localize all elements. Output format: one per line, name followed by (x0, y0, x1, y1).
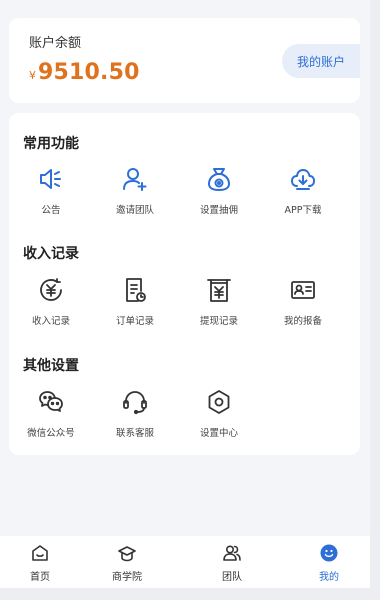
withdraw-icon (205, 276, 233, 304)
team-icon (221, 542, 243, 564)
nav-item-team[interactable]: 团队 (192, 542, 272, 583)
grid-item-label: 邀请团队 (115, 205, 154, 216)
grid-item-commission[interactable]: 设置抽佣 (177, 165, 261, 216)
grid-item-label: 微信公众号 (27, 428, 75, 439)
section-title-other: 其他设置 (23, 358, 79, 374)
grid-item-app-download[interactable]: APP下载 (261, 165, 345, 216)
announcement-icon (37, 165, 65, 193)
grid-item-withdraw-record[interactable]: 提现记录 (177, 276, 261, 327)
section-title-income: 收入记录 (23, 246, 79, 262)
home-icon (29, 542, 51, 564)
functions-card: 常用功能 公告 邀请团队 设置抽佣 APP下载 收入记录 收入记录 订单记录 提… (9, 113, 360, 455)
download-icon (289, 165, 317, 193)
grid-item-label: 收入记录 (31, 316, 70, 327)
report-icon (289, 276, 317, 304)
grid-item-announcement[interactable]: 公告 (9, 165, 93, 216)
grid-item-my-report[interactable]: 我的报备 (261, 276, 345, 327)
currency-symbol: ¥ (29, 69, 36, 82)
nav-item-profile[interactable]: 我的 (289, 542, 369, 583)
grid-item-income-record[interactable]: 收入记录 (9, 276, 93, 327)
balance-amount: ¥ 9510.50 (29, 60, 140, 85)
order-record-icon (121, 276, 149, 304)
grid-item-invite-team[interactable]: 邀请团队 (93, 165, 177, 216)
grid-item-order-record[interactable]: 订单记录 (93, 276, 177, 327)
bottom-edge-strip (0, 588, 380, 600)
wechat-icon (37, 388, 65, 416)
grid-item-label: 我的报备 (283, 316, 322, 327)
nav-label: 首页 (30, 572, 50, 583)
grid-item-label: 设置抽佣 (199, 205, 238, 216)
balance-card: 账户余额 ¥ 9510.50 我的账户 (9, 18, 360, 103)
other-settings-row: 微信公众号 联系客服 设置中心 (9, 388, 360, 448)
nav-item-academy[interactable]: 商学院 (87, 542, 167, 583)
grid-item-label: 公告 (41, 205, 61, 216)
grid-item-label: 联系客服 (115, 428, 154, 439)
nav-item-home[interactable]: 首页 (0, 542, 80, 583)
income-records-row: 收入记录 订单记录 提现记录 我的报备 (9, 276, 360, 336)
grid-item-label: 订单记录 (115, 316, 154, 327)
page-edge-strip (370, 0, 380, 600)
commission-icon (205, 165, 233, 193)
grid-item-label: APP下载 (284, 205, 322, 216)
nav-label: 团队 (222, 572, 242, 583)
grid-item-customer-service[interactable]: 联系客服 (93, 388, 177, 439)
academy-icon (116, 542, 138, 564)
balance-value: 9510.50 (38, 60, 140, 85)
balance-label: 账户余额 (29, 36, 82, 51)
common-functions-row: 公告 邀请团队 设置抽佣 APP下载 (9, 165, 360, 225)
nav-label: 商学院 (112, 572, 142, 583)
nav-label: 我的 (319, 572, 339, 583)
grid-item-settings-center[interactable]: 设置中心 (177, 388, 261, 439)
grid-item-label: 提现记录 (199, 316, 238, 327)
section-title-common: 常用功能 (23, 136, 79, 152)
grid-item-wechat[interactable]: 微信公众号 (9, 388, 93, 439)
grid-item-label: 设置中心 (199, 428, 238, 439)
my-account-button[interactable]: 我的账户 (282, 44, 360, 78)
bottom-nav: 首页 商学院 团队 我的 (0, 536, 370, 588)
customer-service-icon (121, 388, 149, 416)
settings-icon (205, 388, 233, 416)
profile-icon (318, 542, 340, 564)
invite-team-icon (121, 165, 149, 193)
income-icon (37, 276, 65, 304)
